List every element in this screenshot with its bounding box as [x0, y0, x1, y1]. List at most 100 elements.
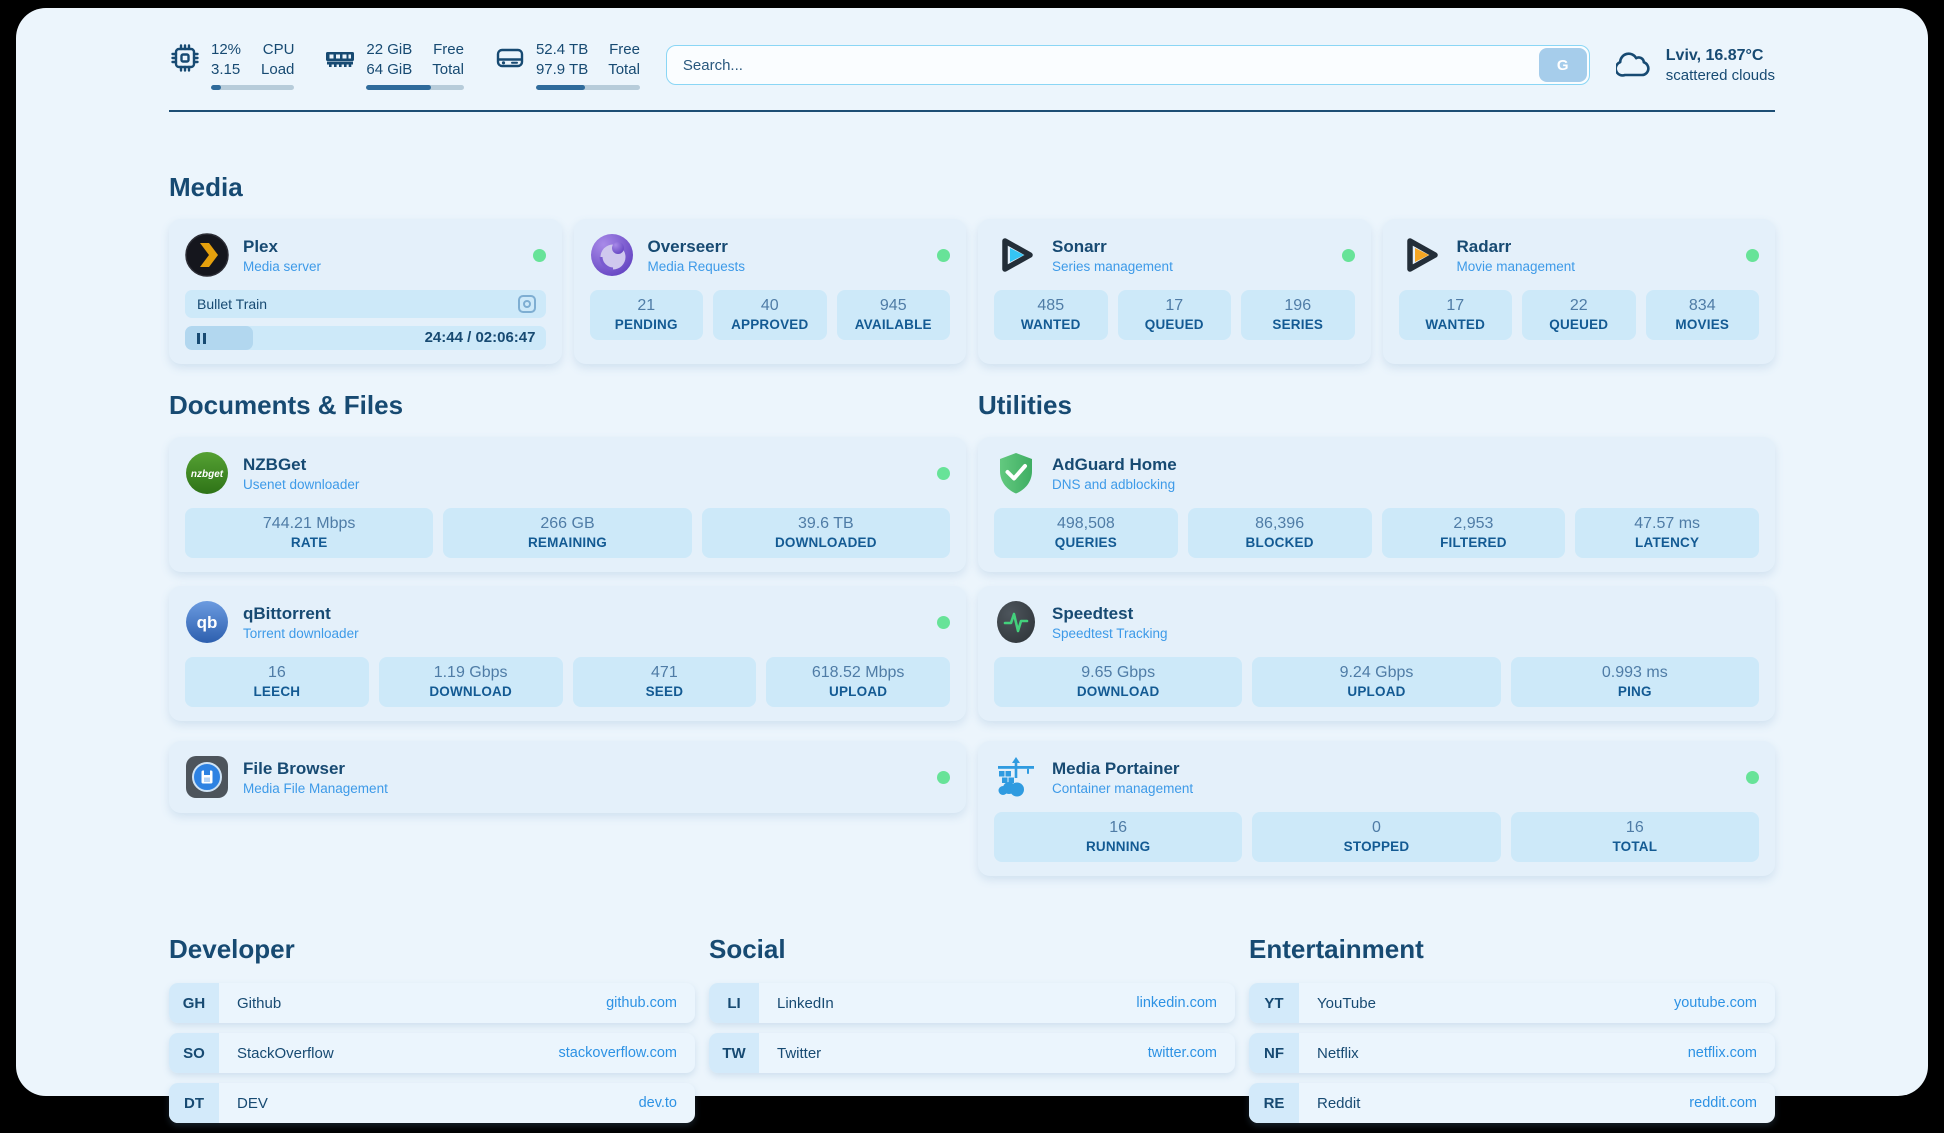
- status-dot: [937, 467, 950, 480]
- stat-latency: 47.57 ms LATENCY: [1575, 508, 1759, 558]
- stat-queries: 498,508 QUERIES: [994, 508, 1178, 558]
- app-subtitle: Speedtest Tracking: [1052, 626, 1168, 641]
- link-row-linkedin[interactable]: LI LinkedIn linkedin.com: [709, 983, 1235, 1023]
- section-title-utilities: Utilities: [978, 390, 1775, 421]
- svg-text:nzbget: nzbget: [191, 469, 224, 480]
- app-subtitle: Media Requests: [648, 259, 746, 274]
- ram-free-label: Free: [432, 40, 464, 60]
- app-card-radarr[interactable]: Radarr Movie management 17 WANTED 22 QUE…: [1383, 219, 1776, 364]
- disk-free-value: 52.4 TB: [536, 40, 588, 60]
- link-label: Reddit: [1317, 1095, 1360, 1112]
- link-badge: TW: [709, 1033, 759, 1073]
- cpu-usage-value: 12%: [211, 40, 241, 60]
- link-badge: SO: [169, 1033, 219, 1073]
- status-dot: [1746, 249, 1759, 262]
- app-card-adguard[interactable]: AdGuard Home DNS and adblocking 498,508 …: [978, 437, 1775, 572]
- section-title-media: Media: [169, 172, 1775, 203]
- status-dot: [533, 249, 546, 262]
- stat-movies: 834 MOVIES: [1646, 290, 1760, 340]
- link-url[interactable]: youtube.com: [1674, 995, 1757, 1011]
- stat-wanted: 17 WANTED: [1399, 290, 1513, 340]
- status-dot: [1746, 771, 1759, 784]
- app-subtitle: Movie management: [1457, 259, 1576, 274]
- stat-queued: 17 QUEUED: [1118, 290, 1232, 340]
- link-label: DEV: [237, 1095, 268, 1112]
- link-url[interactable]: github.com: [606, 995, 677, 1011]
- stat-upload: 618.52 Mbps UPLOAD: [766, 657, 950, 707]
- link-row-twitter[interactable]: TW Twitter twitter.com: [709, 1033, 1235, 1073]
- search-engine-button[interactable]: G: [1539, 48, 1587, 82]
- app-card-plex[interactable]: Plex Media server Bullet Train 24:44 / 0…: [169, 219, 562, 364]
- cpu-load-value: 3.15: [211, 60, 241, 80]
- speedtest-icon: [994, 600, 1038, 644]
- link-url[interactable]: twitter.com: [1148, 1045, 1217, 1061]
- app-subtitle: Usenet downloader: [243, 477, 359, 492]
- developer-section: Developer GH Github github.com SO StackO…: [169, 934, 695, 1133]
- stat-remaining: 266 GB REMAINING: [443, 508, 691, 558]
- search-input[interactable]: [666, 45, 1590, 85]
- app-card-filebrowser[interactable]: File Browser Media File Management: [169, 741, 966, 813]
- link-row-youtube[interactable]: YT YouTube youtube.com: [1249, 983, 1775, 1023]
- app-card-speedtest[interactable]: Speedtest Speedtest Tracking 9.65 Gbps D…: [978, 586, 1775, 721]
- stat-leech: 16 LEECH: [185, 657, 369, 707]
- stat-queued: 22 QUEUED: [1522, 290, 1636, 340]
- link-url[interactable]: stackoverflow.com: [559, 1045, 677, 1061]
- filebrowser-icon: [185, 755, 229, 799]
- ram-total-label: Total: [432, 60, 464, 80]
- stat-filtered: 2,953 FILTERED: [1382, 508, 1566, 558]
- stat-downloaded: 39.6 TB DOWNLOADED: [702, 508, 950, 558]
- disk-total-value: 97.9 TB: [536, 60, 588, 80]
- cloud-icon: [1616, 50, 1654, 80]
- stat-download: 1.19 Gbps DOWNLOAD: [379, 657, 563, 707]
- link-row-github[interactable]: GH Github github.com: [169, 983, 695, 1023]
- link-row-stackoverflow[interactable]: SO StackOverflow stackoverflow.com: [169, 1033, 695, 1073]
- status-dot: [1342, 249, 1355, 262]
- app-name: File Browser: [243, 758, 388, 779]
- plex-icon: [185, 233, 229, 277]
- cpu-load-label: Load: [261, 60, 294, 80]
- section-title-social: Social: [709, 934, 1235, 965]
- link-url[interactable]: linkedin.com: [1136, 995, 1217, 1011]
- link-row-reddit[interactable]: RE Reddit reddit.com: [1249, 1083, 1775, 1123]
- status-dot: [937, 249, 950, 262]
- link-badge: LI: [709, 983, 759, 1023]
- link-row-netflix[interactable]: NF Netflix netflix.com: [1249, 1033, 1775, 1073]
- link-url[interactable]: dev.to: [639, 1095, 677, 1111]
- stat-pending: 21 PENDING: [590, 290, 704, 340]
- stat-ping: 0.993 ms PING: [1511, 657, 1759, 707]
- section-title-documents: Documents & Files: [169, 390, 966, 421]
- now-playing-icon[interactable]: [518, 295, 536, 313]
- app-card-sonarr[interactable]: Sonarr Series management 485 WANTED 17 Q…: [978, 219, 1371, 364]
- disk-metric: 52.4 TB Free 97.9 TB Total: [494, 40, 640, 90]
- radarr-icon: [1399, 233, 1443, 277]
- link-badge: RE: [1249, 1083, 1299, 1123]
- link-label: Netflix: [1317, 1045, 1359, 1062]
- system-metrics: 12% CPU 3.15 Load: [169, 40, 640, 90]
- section-title-entertainment: Entertainment: [1249, 934, 1775, 965]
- utilities-column: Utilities AdGuard Home: [978, 390, 1775, 876]
- stat-total: 16 TOTAL: [1511, 812, 1759, 862]
- link-label: YouTube: [1317, 995, 1376, 1012]
- link-url[interactable]: reddit.com: [1689, 1095, 1757, 1111]
- social-section: Social LI LinkedIn linkedin.com TW Twitt…: [709, 934, 1235, 1133]
- weather-condition: scattered clouds: [1666, 67, 1775, 84]
- app-subtitle: Torrent downloader: [243, 626, 359, 641]
- app-card-nzbget[interactable]: nzbget NZBGet Usenet downloader 744.21 M…: [169, 437, 966, 572]
- app-card-portainer[interactable]: Media Portainer Container management 16 …: [978, 741, 1775, 876]
- now-playing-title: Bullet Train: [197, 296, 267, 312]
- cpu-icon: [169, 42, 201, 74]
- app-subtitle: Media server: [243, 259, 321, 274]
- cpu-metric: 12% CPU 3.15 Load: [169, 40, 294, 90]
- dashboard-panel: 12% CPU 3.15 Load: [16, 8, 1928, 1096]
- app-card-qbittorrent[interactable]: qb qBittorrent Torrent downloader 16 LEE…: [169, 586, 966, 721]
- nzbget-icon: nzbget: [185, 451, 229, 495]
- link-url[interactable]: netflix.com: [1688, 1045, 1757, 1061]
- overseerr-icon: [590, 233, 634, 277]
- ram-icon: [324, 42, 356, 74]
- app-card-overseerr[interactable]: Overseerr Media Requests 21 PENDING 40 A…: [574, 219, 967, 364]
- ram-free-value: 22 GiB: [366, 40, 412, 60]
- weather-location-temp: Lviv, 16.87°C: [1666, 47, 1775, 65]
- entertainment-section: Entertainment YT YouTube youtube.com NF …: [1249, 934, 1775, 1133]
- cpu-progress-bar: [211, 85, 294, 90]
- link-row-dev[interactable]: DT DEV dev.to: [169, 1083, 695, 1123]
